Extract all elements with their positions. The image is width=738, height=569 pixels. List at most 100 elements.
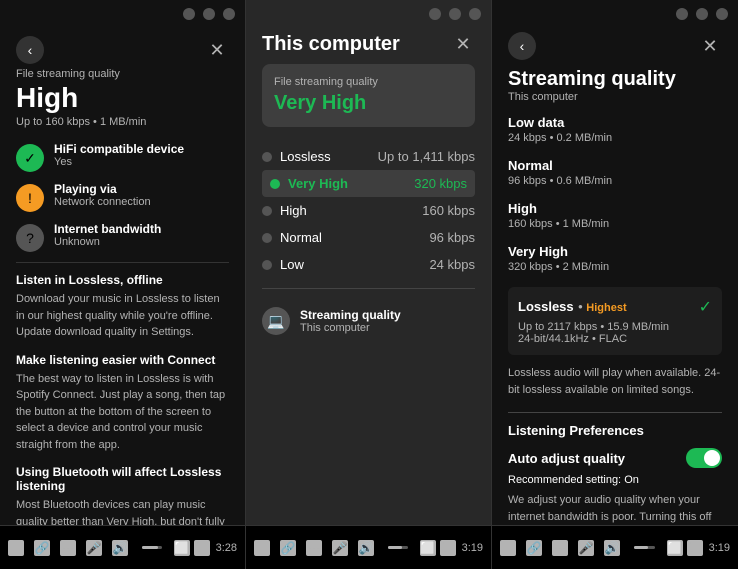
close-btn-3[interactable]: ✕ — [716, 8, 728, 20]
close-btn-2[interactable]: ✕ — [469, 8, 481, 20]
icon-mic-2[interactable]: 🎤 — [332, 540, 348, 556]
restore-btn-1[interactable]: ⬜ — [203, 8, 215, 20]
back-button-1[interactable]: ‹ — [16, 36, 44, 64]
lossless-detail-1: Up to 2117 kbps • 15.9 MB/min — [518, 321, 712, 333]
minimize-btn-2[interactable]: ─ — [429, 8, 441, 20]
tip-body-1: Download your music in Lossless to liste… — [16, 291, 229, 341]
icon-expand-2[interactable]: ⬜ — [420, 540, 436, 556]
radio-low — [262, 260, 272, 270]
quality-option-low[interactable]: Low 24 kbps — [262, 251, 475, 278]
divider-1 — [16, 262, 229, 263]
radio-lossless — [262, 152, 272, 162]
tier-high-name: High — [508, 201, 722, 216]
icon-fullscreen-2[interactable]: ⛶ — [440, 540, 456, 556]
icon-vol-1[interactable]: 🔊 — [112, 540, 128, 556]
icon-dots-3[interactable]: ··· — [552, 540, 568, 556]
icon-list-3[interactable]: ☰ — [500, 540, 516, 556]
lossless-highest: Highest — [586, 302, 626, 314]
check-icon-hifi: ✓ — [16, 144, 44, 172]
tier-high[interactable]: High 160 kbps • 1 MB/min — [508, 201, 722, 230]
progress-bar-1[interactable] — [142, 546, 162, 549]
icon-fullscreen-1[interactable]: ⛶ — [194, 540, 210, 556]
icon-vol-2[interactable]: 🔊 — [358, 540, 374, 556]
hifi-label: HiFi compatible device — [54, 142, 184, 156]
tier-normal-name: Normal — [508, 158, 722, 173]
icon-list-2[interactable]: ☰ — [254, 540, 270, 556]
progress-fill-2 — [388, 546, 402, 549]
tier-normal[interactable]: Normal 96 kbps • 0.6 MB/min — [508, 158, 722, 187]
restore-btn-2[interactable]: ⬜ — [449, 8, 461, 20]
titlebar-3: ─ ⬜ ✕ — [492, 0, 738, 28]
titlebar-2: ─ ⬜ ✕ — [246, 0, 491, 28]
divider-2 — [262, 288, 475, 289]
tier-lossless[interactable]: Lossless • Highest ✓ Up to 2117 kbps • 1… — [508, 287, 722, 355]
back-button-3[interactable]: ‹ — [508, 32, 536, 60]
playing-sublabel: Network connection — [54, 196, 151, 208]
lossless-detail-2: 24-bit/44.1kHz • FLAC — [518, 333, 712, 345]
tip-title-1: Listen in Lossless, offline — [16, 273, 229, 287]
progress-bar-3[interactable] — [634, 546, 655, 549]
close-btn-1[interactable]: ✕ — [223, 8, 235, 20]
rec-setting: Recommended setting: On — [508, 474, 722, 486]
tier-very-high-name: Very High — [508, 244, 722, 259]
close-button-1[interactable]: ✕ — [205, 38, 229, 62]
tier-low-data[interactable]: Low data 24 kbps • 0.2 MB/min — [508, 115, 722, 144]
progress-bar-2[interactable] — [388, 546, 408, 549]
option-kbps-lossless: Up to 1,411 kbps — [378, 149, 475, 164]
bottom-bar-1: ☰ 🔗 ··· 🎤 🔊 ⬜ ⛶ 3:28 — [0, 525, 245, 569]
tier-high-detail: 160 kbps • 1 MB/min — [508, 218, 722, 230]
tip-title-3: Using Bluetooth will affect Lossless lis… — [16, 465, 229, 493]
streaming-quality-card: File streaming quality Very High — [262, 64, 475, 127]
close-button-3[interactable]: ✕ — [698, 34, 722, 58]
device-info-playing: ! Playing via Network connection — [16, 182, 229, 212]
listening-prefs-header: Listening Preferences — [508, 423, 722, 438]
quality-option-veryhigh[interactable]: Very High 320 kbps — [262, 170, 475, 197]
auto-adjust-toggle[interactable] — [686, 448, 722, 468]
streaming-device-row[interactable]: 💻 Streaming quality This computer — [262, 299, 475, 343]
playback-icons-1: ☰ 🔗 ··· 🎤 🔊 — [8, 540, 128, 556]
icon-mic-3[interactable]: 🎤 — [578, 540, 594, 556]
card-value: Very High — [274, 92, 463, 115]
bandwidth-label: Internet bandwidth — [54, 222, 161, 236]
hifi-sublabel: Yes — [54, 156, 184, 168]
icon-dots-2[interactable]: ··· — [306, 540, 322, 556]
icon-list-1[interactable]: ☰ — [8, 540, 24, 556]
tip-body-2: The best way to listen in Lossless is wi… — [16, 371, 229, 454]
panel-2: ─ ⬜ ✕ This computer ✕ File streaming qua… — [245, 0, 491, 569]
option-kbps-low: 24 kbps — [429, 257, 475, 272]
titlebar-1: ─ ⬜ ✕ — [0, 0, 245, 28]
streaming-device-sublabel: This computer — [300, 322, 401, 334]
lossless-check-icon: ✓ — [699, 297, 712, 317]
icon-expand-3[interactable]: ⬜ — [667, 540, 683, 556]
close-button-2[interactable]: ✕ — [451, 32, 475, 56]
radio-normal — [262, 233, 272, 243]
tip-title-2: Make listening easier with Connect — [16, 353, 229, 367]
tip-body-3: Most Bluetooth devices can play music qu… — [16, 497, 229, 525]
option-name-high: High — [280, 203, 307, 218]
quality-option-high[interactable]: High 160 kbps — [262, 197, 475, 224]
quality-option-lossless[interactable]: Lossless Up to 1,411 kbps — [262, 143, 475, 170]
icon-dots-1[interactable]: ··· — [60, 540, 76, 556]
icon-mic-1[interactable]: 🎤 — [86, 540, 102, 556]
icon-link-3[interactable]: 🔗 — [526, 540, 542, 556]
time-3: 3:19 — [709, 542, 730, 554]
warn-icon-playing: ! — [16, 184, 44, 212]
bottom-bar-3: ☰ 🔗 ··· 🎤 🔊 ⬜ ⛶ 3:19 — [492, 525, 738, 569]
tip-lossless-offline: Listen in Lossless, offline Download you… — [16, 273, 229, 341]
icon-link-1[interactable]: 🔗 — [34, 540, 50, 556]
icon-fullscreen-3[interactable]: ⛶ — [687, 540, 703, 556]
minimize-btn-1[interactable]: ─ — [183, 8, 195, 20]
panel-1: ─ ⬜ ✕ ‹ ✕ File streaming quality High Up… — [0, 0, 245, 569]
option-name-lossless: Lossless — [280, 149, 331, 164]
option-name-veryhigh: Very High — [288, 176, 348, 191]
restore-btn-3[interactable]: ⬜ — [696, 8, 708, 20]
quality-option-normal[interactable]: Normal 96 kbps — [262, 224, 475, 251]
tier-low-data-detail: 24 kbps • 0.2 MB/min — [508, 132, 722, 144]
icon-link-2[interactable]: 🔗 — [280, 540, 296, 556]
icon-expand-1[interactable]: ⬜ — [174, 540, 190, 556]
tier-very-high[interactable]: Very High 320 kbps • 2 MB/min — [508, 244, 722, 273]
option-name-normal: Normal — [280, 230, 322, 245]
rec-setting-value: On — [624, 474, 639, 486]
icon-vol-3[interactable]: 🔊 — [604, 540, 620, 556]
minimize-btn-3[interactable]: ─ — [676, 8, 688, 20]
